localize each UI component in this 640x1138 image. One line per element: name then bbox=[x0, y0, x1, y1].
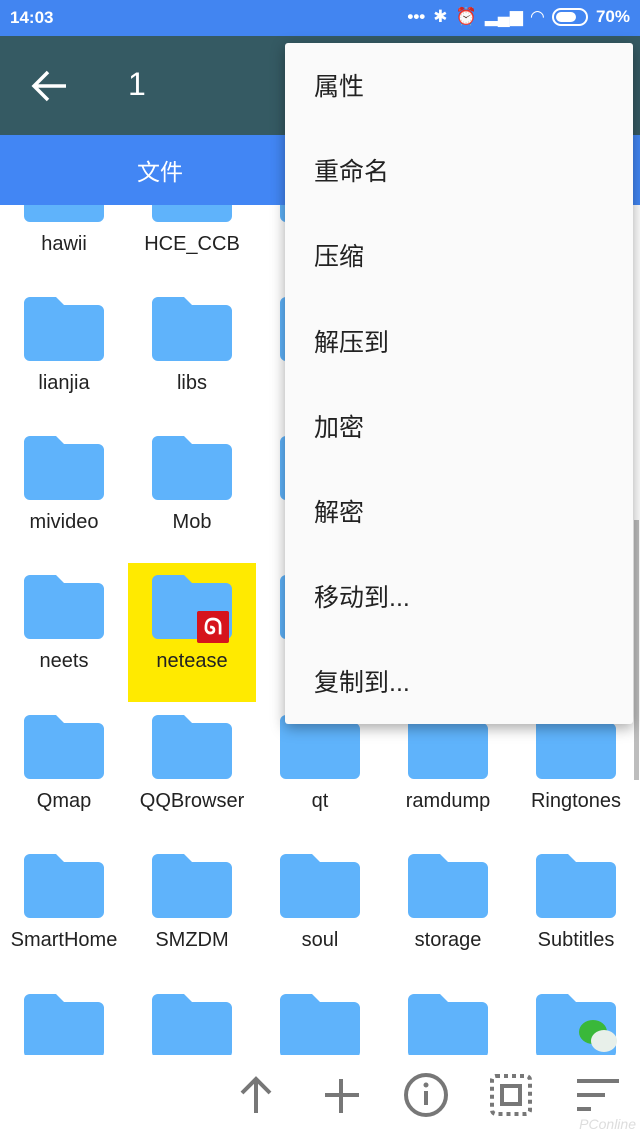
arrow-left-icon[interactable] bbox=[30, 68, 70, 104]
folder-item[interactable]: Subtitles bbox=[512, 842, 640, 981]
more-dots-icon: ••• bbox=[407, 7, 426, 26]
menu-item[interactable]: 移动到... bbox=[285, 554, 633, 639]
folder-name: SMZDM bbox=[155, 929, 229, 951]
folder-item[interactable]: neets bbox=[0, 563, 128, 702]
folder-item[interactable]: lianjia bbox=[0, 285, 128, 424]
menu-item[interactable]: 压缩 bbox=[285, 213, 633, 298]
plus-icon[interactable] bbox=[319, 1073, 363, 1117]
folder-name: HCE_CCB bbox=[144, 233, 240, 255]
menu-item[interactable]: 解密 bbox=[285, 469, 633, 554]
folder-icon bbox=[24, 205, 104, 222]
clock: 14:03 bbox=[10, 8, 54, 27]
menu-item[interactable]: 复制到... bbox=[285, 639, 633, 724]
tab-files[interactable]: 文件 bbox=[0, 135, 320, 205]
netease-music-badge-icon: ᘏ bbox=[197, 611, 229, 643]
status-bar: 14:03 ••• ✱ ⏰ ▂▄▆ ◠ 70% bbox=[0, 0, 640, 36]
folder-icon bbox=[152, 994, 232, 1058]
folder-name: libs bbox=[176, 372, 207, 394]
folder-item[interactable] bbox=[128, 982, 256, 1060]
folder-icon bbox=[24, 994, 104, 1058]
bottom-bar: PConline bbox=[0, 1055, 640, 1138]
signal-icon: ▂▄▆ bbox=[484, 7, 523, 26]
menu-item[interactable]: 属性 bbox=[285, 43, 633, 128]
folder-icon bbox=[536, 715, 616, 779]
folder-name: Ringtones bbox=[530, 790, 622, 812]
page-title: 1 bbox=[128, 66, 146, 102]
folder-icon bbox=[408, 854, 488, 918]
folder-icon bbox=[152, 205, 232, 222]
menu-item[interactable]: 重命名 bbox=[285, 128, 633, 213]
folder-name: ramdump bbox=[405, 790, 491, 812]
menu-item[interactable]: 解压到 bbox=[285, 299, 633, 384]
folder-icon bbox=[24, 715, 104, 779]
folder-icon bbox=[152, 715, 232, 779]
folder-item[interactable]: Qmap bbox=[0, 703, 128, 842]
info-icon[interactable] bbox=[404, 1073, 448, 1117]
battery-icon bbox=[551, 8, 588, 26]
folder-name: netease bbox=[156, 650, 228, 672]
folder-name: Mob bbox=[172, 511, 212, 533]
menu-item[interactable]: 加密 bbox=[285, 384, 633, 469]
folder-icon bbox=[408, 715, 488, 779]
wifi-icon: ◠ bbox=[530, 7, 544, 26]
folder-name: storage bbox=[414, 929, 482, 951]
folder-item[interactable]: SMZDM bbox=[128, 842, 256, 981]
sort-icon[interactable] bbox=[575, 1073, 619, 1117]
folder-item[interactable] bbox=[384, 982, 512, 1060]
scrollbar[interactable] bbox=[634, 520, 639, 780]
folder-item[interactable] bbox=[512, 982, 640, 1060]
bluetooth-icon: ✱ bbox=[433, 7, 448, 26]
watermark: PConline bbox=[579, 1116, 636, 1132]
wechat-icon bbox=[579, 1020, 617, 1052]
folder-item[interactable]: mivideo bbox=[0, 424, 128, 563]
context-menu: 属性 重命名 压缩 解压到 加密 解密 移动到... 复制到... bbox=[285, 43, 633, 724]
folder-icon bbox=[152, 297, 232, 361]
alarm-icon: ⏰ bbox=[455, 7, 477, 26]
folder-icon bbox=[152, 854, 232, 918]
folder-icon bbox=[24, 436, 104, 500]
folder-icon bbox=[280, 994, 360, 1058]
folder-item[interactable]: storage bbox=[384, 842, 512, 981]
folder-name: soul bbox=[301, 929, 339, 951]
folder-item[interactable]: hawii bbox=[0, 205, 128, 285]
folder-item[interactable]: libs bbox=[128, 285, 256, 424]
folder-icon bbox=[280, 854, 360, 918]
select-all-icon[interactable] bbox=[489, 1073, 533, 1117]
folder-item[interactable]: SmartHome bbox=[0, 842, 128, 981]
folder-icon bbox=[408, 994, 488, 1058]
folder-icon bbox=[24, 854, 104, 918]
folder-item[interactable]: HCE_CCB bbox=[128, 205, 256, 285]
arrow-up-icon[interactable] bbox=[234, 1073, 278, 1117]
folder-item[interactable]: Mob bbox=[128, 424, 256, 563]
folder-item[interactable]: QQBrowser bbox=[128, 703, 256, 842]
folder-name: Subtitles bbox=[537, 929, 615, 951]
folder-icon bbox=[24, 575, 104, 639]
folder-name: qt bbox=[311, 790, 329, 812]
battery-level: 70% bbox=[595, 7, 630, 26]
folder-item[interactable]: soul bbox=[256, 842, 384, 981]
folder-icon bbox=[24, 297, 104, 361]
folder-item[interactable]: ᘏ netease bbox=[128, 563, 256, 702]
folder-item[interactable] bbox=[256, 982, 384, 1060]
folder-item[interactable] bbox=[0, 982, 128, 1060]
folder-icon bbox=[152, 436, 232, 500]
folder-name: QQBrowser bbox=[139, 790, 245, 812]
folder-icon bbox=[536, 854, 616, 918]
